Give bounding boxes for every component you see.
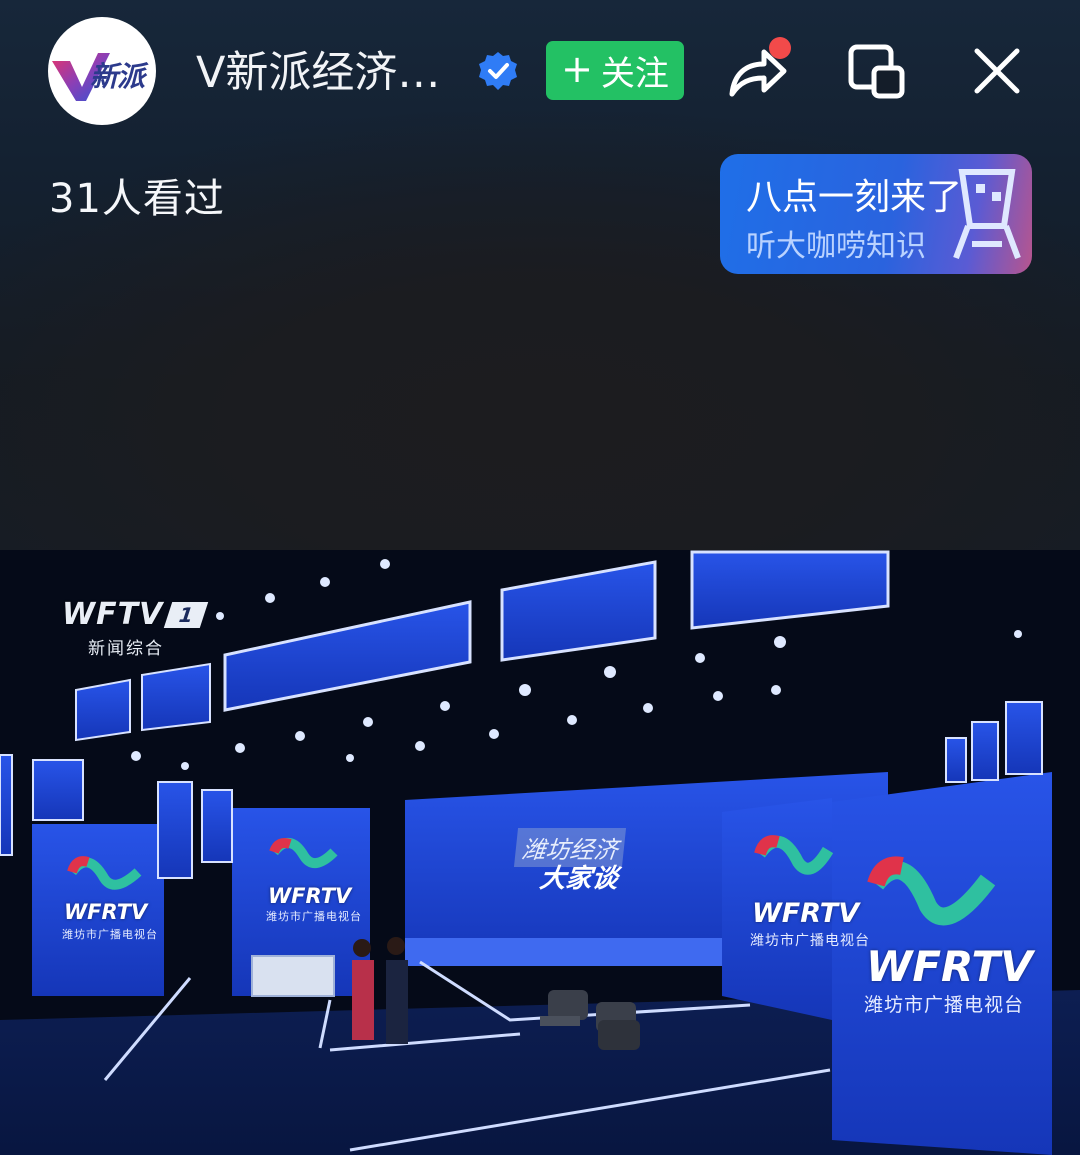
show-title-line2: 大家谈 (538, 864, 620, 894)
header-background (0, 0, 1080, 550)
screen-caption-center: 潍坊市广播电视台 (266, 910, 362, 923)
plus-icon: + (561, 47, 593, 91)
screen-logo-right: WFRTV (752, 898, 860, 929)
picture-in-picture-icon[interactable] (848, 44, 906, 100)
video-player[interactable]: WFTV 1 新闻综合 WFRTV 潍坊市广播电视台 WFRTV 潍坊市广播电视… (0, 550, 1080, 1155)
screen-logo-front: WFRTV (866, 942, 1033, 991)
channel-name: 新闻综合 (88, 639, 164, 659)
account-avatar[interactable]: 新派 (48, 17, 156, 125)
follow-label: 关注 (600, 54, 669, 94)
screen-logo-center: WFRTV (268, 884, 352, 908)
promo-subtitle: 听大咖唠知识 (746, 229, 926, 264)
verified-badge-icon (479, 52, 517, 90)
close-icon[interactable] (972, 46, 1022, 96)
screen-caption-front: 潍坊市广播电视台 (864, 994, 1025, 1016)
channel-logo: WFTV (62, 597, 164, 632)
notification-dot (769, 37, 791, 59)
view-count: 31人看过 (49, 176, 225, 222)
screen-logo-left: WFRTV (64, 900, 148, 924)
promo-card[interactable]: 八点一刻来了 听大咖唠知识 (720, 154, 1032, 274)
promo-title: 八点一刻来了 (746, 177, 963, 218)
podium-chair-icon (953, 169, 1021, 260)
account-name[interactable]: V新派经济… (196, 40, 466, 106)
follow-button[interactable]: + 关注 (546, 41, 684, 100)
avatar-text: 新派 (90, 60, 145, 93)
screen-caption-right: 潍坊市广播电视台 (750, 933, 870, 949)
screen-caption-left: 潍坊市广播电视台 (62, 928, 158, 941)
